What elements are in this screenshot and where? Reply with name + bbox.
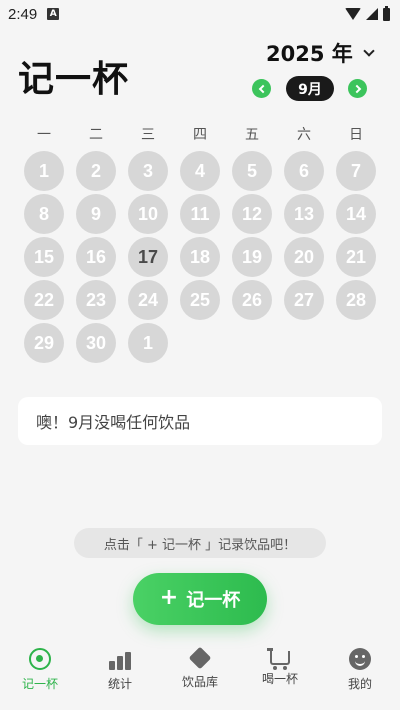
day-cell[interactable]: 21	[336, 237, 376, 277]
day-cell[interactable]: 28	[336, 280, 376, 320]
day-cell[interactable]: 27	[284, 280, 324, 320]
nav-label: 饮品库	[181, 675, 218, 689]
stats-icon	[109, 648, 131, 670]
nav-item-2[interactable]: 饮品库	[160, 646, 240, 704]
day-cell-next-month[interactable]: 1	[128, 323, 168, 363]
record-icon	[29, 648, 51, 670]
day-cell[interactable]: 23	[76, 280, 116, 320]
day-cell[interactable]: 16	[76, 237, 116, 277]
year-label: 2025 年	[266, 42, 353, 66]
day-cell[interactable]: 7	[336, 151, 376, 191]
weekday-label: 五	[245, 127, 259, 143]
cart-icon	[267, 648, 290, 670]
weekday-label: 四	[193, 127, 207, 143]
month-label: 9月	[286, 76, 334, 101]
plus-icon: +	[159, 585, 179, 610]
signal-icon	[366, 8, 378, 20]
add-drink-button[interactable]: + 记一杯	[133, 573, 267, 625]
box-icon	[188, 646, 212, 670]
day-cell[interactable]: 5	[232, 151, 272, 191]
day-cell[interactable]: 15	[24, 237, 64, 277]
page-title: 记一杯	[18, 59, 130, 100]
chevron-left-icon	[258, 84, 267, 93]
day-cell[interactable]: 14	[336, 194, 376, 234]
status-icons	[345, 5, 390, 21]
empty-state-card: 噢！9月没喝任何饮品	[18, 397, 382, 445]
notification-icon: A	[47, 8, 60, 20]
weekday-label: 二	[89, 127, 103, 143]
day-cell[interactable]: 2	[76, 151, 116, 191]
bottom-nav: 记一杯 统计 饮品库 喝一杯 我的	[0, 646, 400, 704]
day-cell[interactable]: 25	[180, 280, 220, 320]
calendar-grid: 1 2 3 4 5 6 7 8 9 10 11 12 13 14 15 16 17 18 19 20 21 22 23 24 2…	[18, 150, 382, 365]
weekday-header: 一二三四五六日	[18, 124, 382, 144]
nav-item-4[interactable]: 我的	[320, 648, 400, 704]
day-cell[interactable]: 29	[24, 323, 64, 363]
chevron-right-icon	[352, 84, 361, 93]
nav-label: 统计	[107, 677, 132, 691]
day-cell[interactable]: 18	[180, 237, 220, 277]
day-cell[interactable]: 17	[128, 237, 168, 277]
weekday-label: 三	[141, 127, 155, 143]
prev-month-button[interactable]	[252, 79, 271, 98]
weekday-label: 日	[349, 127, 363, 143]
day-cell[interactable]: 4	[180, 151, 220, 191]
weekday-label: 一	[37, 127, 51, 143]
nav-item-1[interactable]: 统计	[80, 648, 160, 704]
battery-icon	[383, 5, 390, 21]
day-cell[interactable]: 26	[232, 280, 272, 320]
hint-text: 点击「 + 记一杯 」记录饮品吧！	[103, 537, 297, 553]
nav-label: 记一杯	[21, 677, 58, 691]
year-picker[interactable]: 2025 年	[266, 38, 375, 68]
nav-label: 喝一杯	[261, 672, 298, 686]
day-cell[interactable]: 19	[232, 237, 272, 277]
day-cell[interactable]: 20	[284, 237, 324, 277]
wifi-icon	[345, 8, 361, 20]
day-cell[interactable]: 30	[76, 323, 116, 363]
day-cell[interactable]: 8	[24, 194, 64, 234]
day-cell[interactable]: 10	[128, 194, 168, 234]
nav-label: 我的	[347, 677, 372, 691]
empty-state-message: 噢！9月没喝任何饮品	[36, 413, 191, 432]
month-nav: 9月	[252, 76, 370, 101]
chevron-down-icon	[363, 45, 375, 57]
day-cell[interactable]: 1	[24, 151, 64, 191]
day-cell[interactable]: 3	[128, 151, 168, 191]
next-month-button[interactable]	[348, 79, 367, 98]
day-cell[interactable]: 13	[284, 194, 324, 234]
nav-item-0[interactable]: 记一杯	[0, 648, 80, 704]
day-cell[interactable]: 12	[232, 194, 272, 234]
day-cell[interactable]: 11	[180, 194, 220, 234]
day-cell[interactable]: 9	[76, 194, 116, 234]
hint-bubble: 点击「 + 记一杯 」记录饮品吧！	[74, 528, 326, 558]
day-cell[interactable]: 24	[128, 280, 168, 320]
face-icon	[349, 648, 371, 670]
status-time: 2:49	[8, 5, 38, 23]
weekday-label: 六	[297, 127, 311, 143]
status-bar: 2:49 A	[0, 0, 400, 28]
nav-item-3[interactable]: 喝一杯	[240, 648, 320, 704]
day-cell[interactable]: 6	[284, 151, 324, 191]
add-drink-label: 记一杯	[186, 590, 241, 611]
day-cell[interactable]: 22	[24, 280, 64, 320]
